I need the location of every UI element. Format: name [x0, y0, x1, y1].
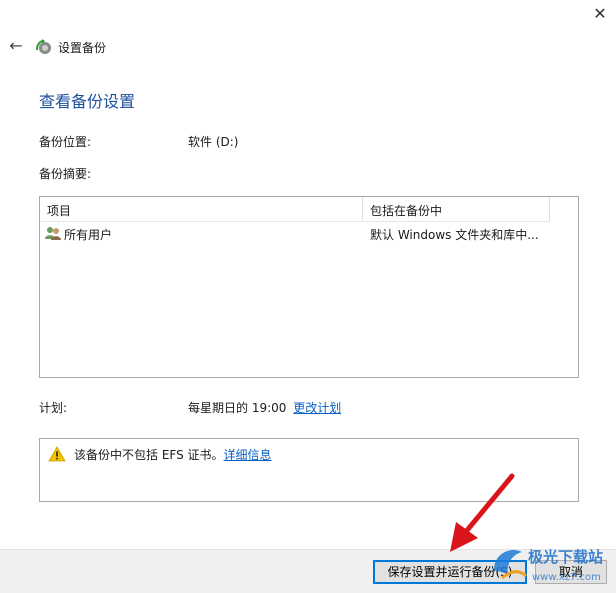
backup-summary-list[interactable]: 项目 包括在备份中 所有用户 默认 Windows 文件夹和库中... [39, 196, 579, 378]
page-title: 查看备份设置 [39, 92, 136, 111]
back-arrow-icon[interactable]: ← [6, 36, 26, 56]
column-header-included[interactable]: 包括在备份中 [370, 202, 442, 219]
backup-restore-icon [36, 39, 51, 54]
warning-box: 该备份中不包括 EFS 证书。详细信息 [39, 438, 579, 502]
backup-summary-label: 备份摘要: [39, 167, 92, 181]
schedule-row: 每星期日的 19:00 更改计划 [188, 399, 341, 416]
close-icon[interactable]: ✕ [588, 2, 612, 26]
dialog-footer: 保存设置并运行备份(S) 取消 [0, 549, 616, 593]
users-icon [45, 227, 61, 240]
list-header: 项目 包括在备份中 [40, 197, 550, 222]
save-and-run-backup-button[interactable]: 保存设置并运行备份(S) [373, 560, 527, 584]
warning-text: 该备份中不包括 EFS 证书。 [74, 448, 224, 462]
backup-location-value: 软件 (D:) [188, 135, 239, 149]
details-link[interactable]: 详细信息 [224, 448, 272, 462]
column-divider[interactable] [549, 197, 550, 221]
list-item-name: 所有用户 [64, 228, 113, 242]
list-item-included: 默认 Windows 文件夹和库中... [370, 228, 539, 242]
list-item[interactable]: 所有用户 默认 Windows 文件夹和库中... [40, 222, 576, 244]
column-header-item[interactable]: 项目 [47, 202, 71, 219]
column-divider[interactable] [362, 197, 363, 221]
schedule-label: 计划: [39, 401, 68, 415]
change-schedule-link[interactable]: 更改计划 [293, 401, 341, 415]
schedule-value: 每星期日的 19:00 [188, 401, 287, 415]
warning-message: 该备份中不包括 EFS 证书。详细信息 [74, 446, 272, 463]
window-title: 设置备份 [58, 41, 107, 55]
cancel-button[interactable]: 取消 [535, 560, 607, 584]
warning-icon [48, 446, 66, 462]
backup-location-label: 备份位置: [39, 135, 92, 149]
